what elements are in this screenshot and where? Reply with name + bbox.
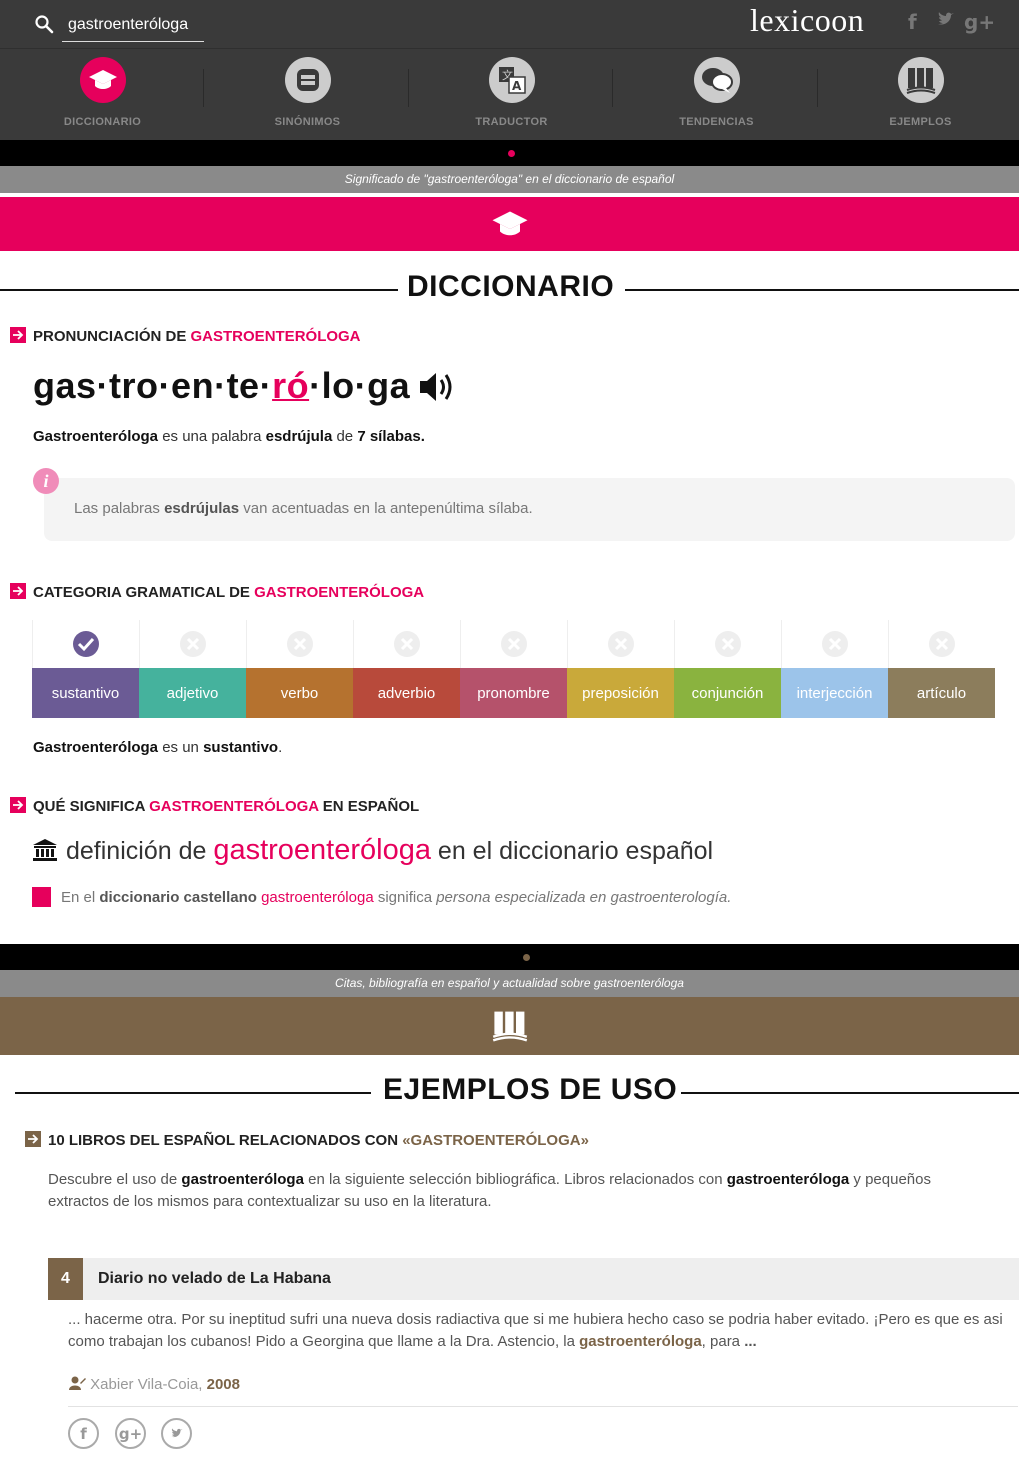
category-label: interjección [781, 668, 888, 718]
books-icon [492, 1011, 527, 1042]
cross-icon [353, 620, 460, 668]
arrow-icon [25, 1131, 41, 1147]
nav-label: TENDENCIAS [679, 116, 754, 128]
category-label: preposición [567, 668, 674, 718]
meaning-heading: QUÉ SIGNIFICA GASTROENTERÓLOGA EN ESPAÑO… [10, 797, 419, 815]
examples-band [0, 997, 1019, 1055]
arrow-icon [10, 797, 26, 813]
nav-item-tendencias[interactable]: TENDENCIAS [614, 49, 819, 133]
svg-text:A: A [512, 79, 522, 93]
category-label: artículo [888, 668, 995, 718]
book-excerpt: ... hacerme otra. Por su ineptitud sufri… [68, 1311, 1003, 1350]
speaker-icon[interactable] [418, 370, 456, 404]
book-number: 4 [48, 1258, 83, 1300]
category-label: adverbio [353, 668, 460, 718]
arrow-icon [10, 327, 26, 343]
section-title-diccionario: DICCIONARIO [0, 270, 1019, 310]
graduation-cap-icon [492, 211, 527, 236]
cross-icon [888, 620, 995, 668]
twitter-icon[interactable] [936, 10, 956, 35]
category-7[interactable]: interjección [781, 620, 888, 718]
definition-heading: definición de gastroenteróloga en el dic… [32, 834, 713, 867]
category-label: conjunción [674, 668, 781, 718]
category-heading: CATEGORIA GRAMATICAL DE GASTROENTERÓLOGA [10, 583, 424, 601]
nav-label: TRADUCTOR [475, 116, 548, 128]
nav-item-diccionario[interactable]: DICCIONARIO [0, 49, 205, 133]
nav-item-ejemplos[interactable]: EJEMPLOS [818, 49, 1019, 133]
share-facebook-icon[interactable]: f [68, 1418, 99, 1449]
syllabified-word: gas·tro·en·te·ró·lo·ga [33, 365, 411, 406]
pronunciation-heading: PRONUNCIACIÓN DE GASTROENTERÓLOGA [10, 327, 361, 345]
equals-icon [285, 57, 331, 103]
cross-icon [246, 620, 353, 668]
category-8[interactable]: artículo [888, 620, 995, 718]
category-1[interactable]: adjetivo [139, 620, 246, 718]
nav-label: DICCIONARIO [63, 116, 142, 128]
category-4[interactable]: pronombre [460, 620, 567, 718]
category-5[interactable]: preposición [567, 620, 674, 718]
share-google-plus-icon[interactable]: g+ [115, 1418, 146, 1449]
main-nav: DICCIONARIO SINÓNIMOS 文A TRADUCTOR TENDE… [0, 48, 1019, 132]
category-3[interactable]: adverbio [353, 620, 460, 718]
info-text: Las palabras esdrújulas van acentuadas e… [74, 500, 533, 517]
book-author: Xabier Vila-Coia, 2008 [68, 1375, 240, 1393]
category-label: adjetivo [139, 668, 246, 718]
facebook-icon[interactable]: f [908, 10, 917, 34]
syllable-sentence: Gastroenteróloga es una palabra esdrújul… [33, 428, 425, 445]
info-box: Las palabras esdrújulas van acentuadas e… [44, 478, 1015, 541]
institution-icon [33, 839, 57, 861]
books-intro: Descubre el uso de gastroenteróloga en l… [48, 1171, 931, 1210]
check-icon [32, 620, 139, 668]
dict-band [0, 197, 1019, 251]
logo[interactable]: lexicoon [750, 2, 864, 39]
book-item-header[interactable]: 4 Diario no velado de La Habana [48, 1258, 1019, 1300]
definition-line: En el diccionario castellano gastroenter… [32, 887, 731, 907]
divider [68, 1406, 1018, 1407]
dict-banner: Significado de "gastroenteróloga" en el … [0, 166, 1019, 193]
category-label: sustantivo [32, 668, 139, 718]
cross-icon [567, 620, 674, 668]
nav-item-sinonimos[interactable]: SINÓNIMOS [205, 49, 410, 133]
share-twitter-icon[interactable] [161, 1418, 192, 1449]
section-indicator [0, 140, 1019, 166]
nav-label: SINÓNIMOS [274, 116, 341, 128]
search-input[interactable] [62, 8, 204, 42]
category-sentence: Gastroenteróloga es un sustantivo. [33, 739, 283, 756]
bullet-square [32, 887, 51, 907]
book-title[interactable]: Diario no velado de La Habana [98, 1270, 331, 1288]
category-0[interactable]: sustantivo [32, 620, 139, 718]
books-icon [898, 57, 944, 103]
section-title-ejemplos: EJEMPLOS DE USO [0, 1073, 1019, 1113]
search-icon[interactable] [34, 14, 54, 34]
category-label: pronombre [460, 668, 567, 718]
cross-icon [460, 620, 567, 668]
cross-icon [139, 620, 246, 668]
category-6[interactable]: conjunción [674, 620, 781, 718]
category-label: verbo [246, 668, 353, 718]
category-2[interactable]: verbo [246, 620, 353, 718]
translate-icon: 文A [489, 57, 535, 103]
grammar-categories: sustantivo adjetivo verbo adverbio pronombre… [32, 620, 995, 718]
top-bar: lexicoon f g+ [0, 0, 1019, 48]
graduation-cap-icon [80, 57, 126, 103]
author-icon [69, 1376, 86, 1390]
examples-banner: Citas, bibliografía en español y actuali… [0, 970, 1019, 997]
cross-icon [674, 620, 781, 668]
arrow-icon [10, 583, 26, 599]
nav-item-traductor[interactable]: 文A TRADUCTOR [409, 49, 614, 133]
info-icon: i [33, 468, 59, 494]
section-indicator [0, 944, 1019, 970]
cross-icon [781, 620, 888, 668]
books-heading: 10 LIBROS DEL ESPAÑOL RELACIONADOS CON «… [25, 1131, 589, 1149]
chat-bubbles-icon [694, 57, 740, 103]
google-plus-icon[interactable]: g+ [964, 10, 995, 34]
nav-label: EJEMPLOS [889, 116, 952, 128]
